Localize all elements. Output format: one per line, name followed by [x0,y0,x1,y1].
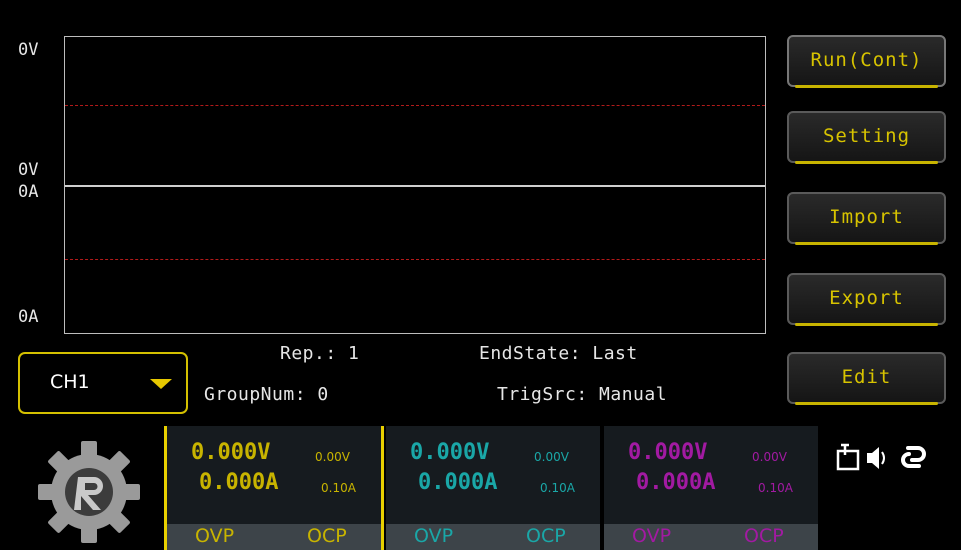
ch3-voltage: 0.000V [628,440,708,465]
button-underline [795,323,938,326]
ch3-voltage-set: 0.00V [752,450,787,464]
ch3-protection-bar: OVP OCP [604,524,818,550]
voltage-bottom-label: 0V [18,160,39,180]
import-button[interactable]: Import [787,192,946,245]
button-underline [795,402,938,405]
ch2-voltage-set: 0.00V [534,450,569,464]
ch1-selected-edge-right [381,426,384,550]
trig-src: TrigSrc: Manual [497,384,668,405]
button-underline [795,161,938,164]
ch3-current-set: 0.10A [758,481,793,495]
ch3-current: 0.000A [636,470,716,495]
setting-label: Setting [822,125,911,147]
remote-interface-icon[interactable] [836,443,860,471]
ch1-ovp[interactable]: OVP [195,525,234,547]
ch1-current-set: 0.10A [321,481,356,495]
ch3-ocp[interactable]: OCP [744,525,784,547]
voltage-top-label: 0V [18,40,39,60]
export-label: Export [829,287,904,309]
ch1-voltage-set: 0.00V [315,450,350,464]
rep-count: Rep.: 1 [280,343,360,364]
channel-select-value: CH1 [50,371,90,393]
ch1-protection-bar: OVP OCP [167,524,381,550]
current-bottom-label: 0A [18,307,39,327]
current-top-label: 0A [18,182,39,202]
run-cont-label: Run(Cont) [810,49,923,71]
ch2-protection-bar: OVP OCP [386,524,600,550]
ch2-ovp[interactable]: OVP [414,525,453,547]
status-bar [836,443,926,471]
ch2-current-set: 0.10A [540,481,575,495]
ch2-voltage: 0.000V [410,440,490,465]
voltage-limit-line [65,105,765,106]
current-limit-line [65,259,765,260]
channel-3-panel[interactable]: 0.000V 0.00V 0.000A 0.10A OVP OCP [604,426,818,550]
run-cont-button[interactable]: Run(Cont) [787,35,946,88]
ch1-current: 0.000A [199,470,279,495]
link-icon[interactable] [901,446,926,468]
chevron-down-icon [150,379,172,389]
edit-label: Edit [841,366,892,388]
edit-button[interactable]: Edit [787,352,946,405]
plot-divider [65,185,765,187]
setting-button[interactable]: Setting [787,111,946,164]
import-label: Import [829,206,904,228]
rigol-gear-logo [38,441,140,543]
button-underline [795,242,938,245]
waveform-plot [64,36,766,334]
ch2-ocp[interactable]: OCP [526,525,566,547]
speaker-icon[interactable] [867,447,885,469]
ch3-ovp[interactable]: OVP [632,525,671,547]
channel-select[interactable]: CH1 [18,352,188,414]
active-indicator [795,85,938,88]
export-button[interactable]: Export [787,273,946,326]
ch1-selected-edge-left [164,426,167,550]
group-num: GroupNum: 0 [204,384,329,405]
channel-1-panel[interactable]: 0.000V 0.00V 0.000A 0.10A OVP OCP [167,426,381,550]
ch2-current: 0.000A [418,470,498,495]
ch1-ocp[interactable]: OCP [307,525,347,547]
ch1-voltage: 0.000V [191,440,271,465]
end-state: EndState: Last [479,343,638,364]
channel-2-panel[interactable]: 0.000V 0.00V 0.000A 0.10A OVP OCP [386,426,600,550]
